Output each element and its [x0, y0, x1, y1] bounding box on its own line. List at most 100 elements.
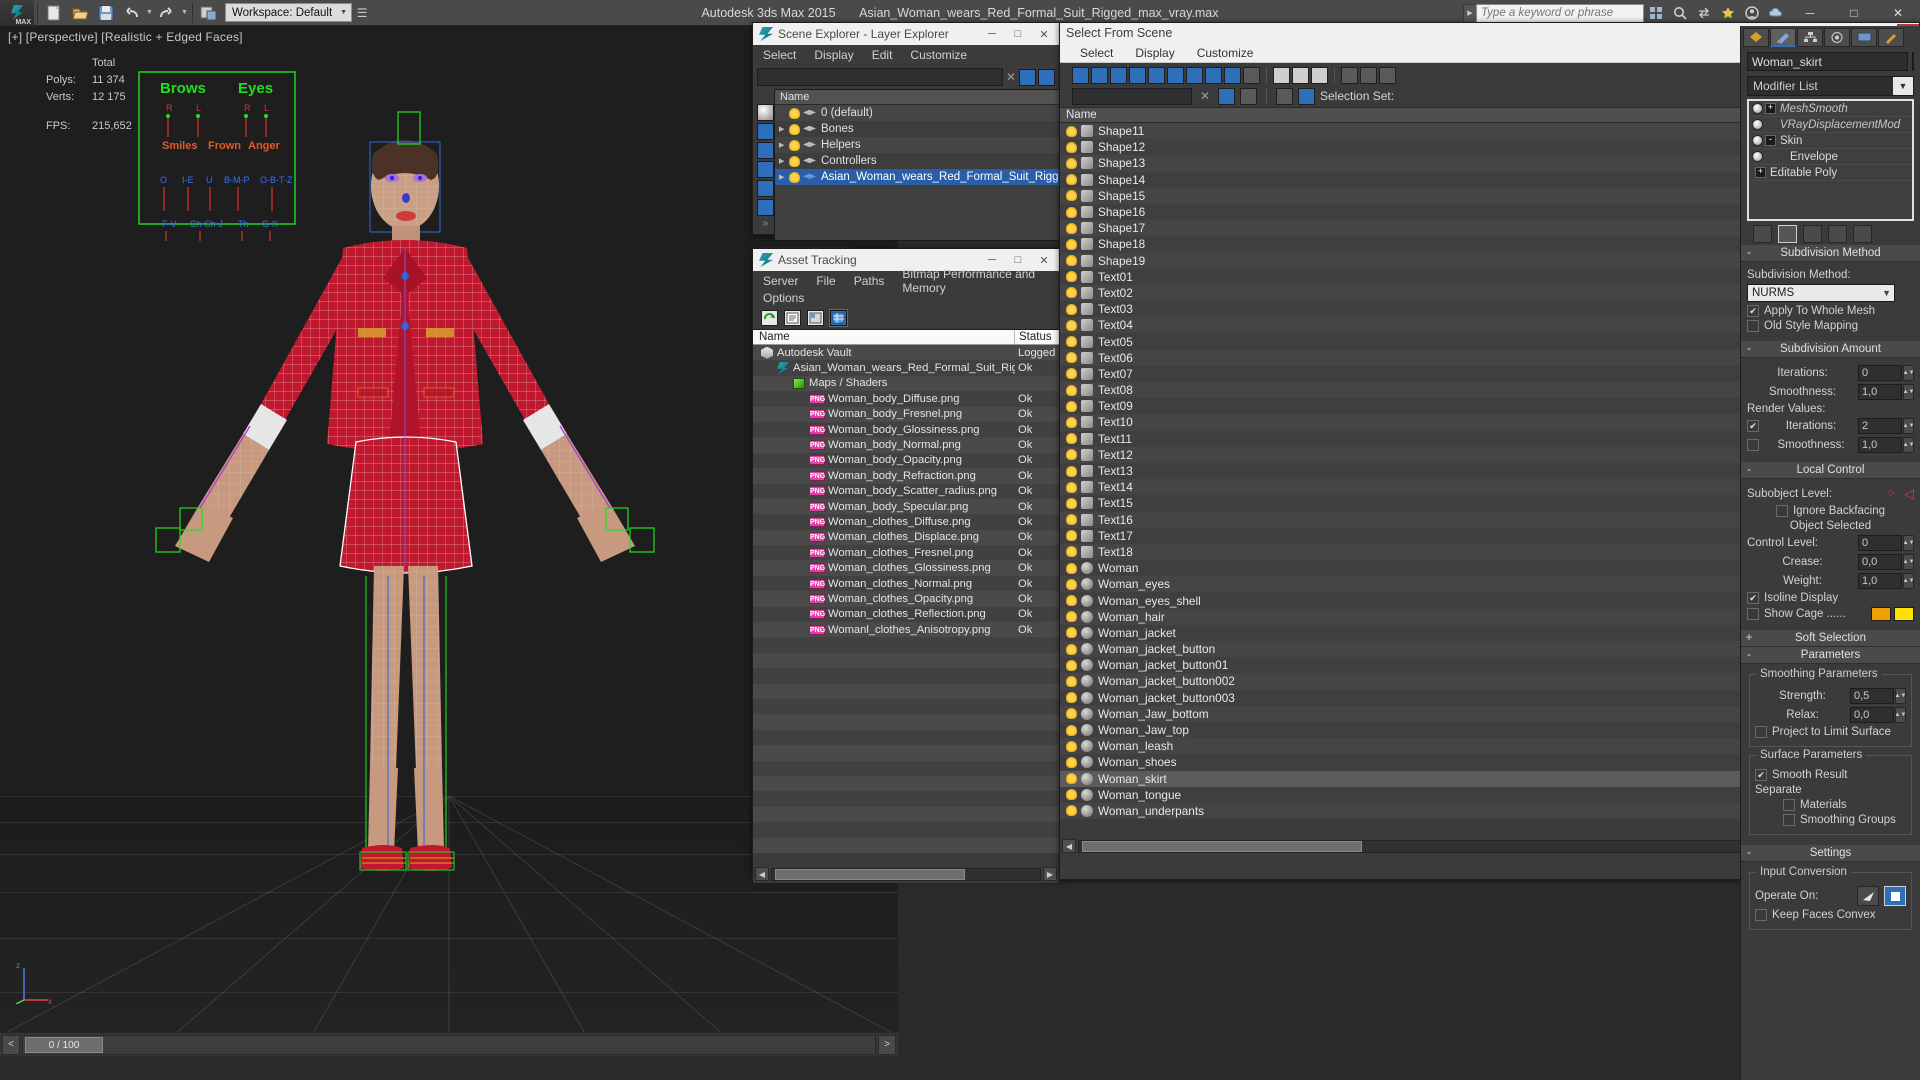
- light-bulb-icon[interactable]: [1066, 449, 1077, 461]
- new-file-icon[interactable]: [42, 2, 66, 24]
- display-spacewarps-icon[interactable]: [1186, 66, 1203, 84]
- project-limit-surface-checkbox[interactable]: [1755, 726, 1767, 738]
- rollout-toggle[interactable]: -: [1741, 847, 1757, 859]
- asset-row[interactable]: PNG Woman_body_Diffuse.png Ok: [753, 391, 1059, 407]
- object-name-field[interactable]: [1747, 52, 1908, 71]
- hscroll-thumb[interactable]: [1082, 840, 1362, 852]
- rollout-soft-selection[interactable]: + Soft Selection: [1741, 630, 1920, 647]
- max-logo-icon[interactable]: MAX: [0, 0, 34, 26]
- rollout-header[interactable]: - Subdivision Amount: [1741, 341, 1920, 358]
- light-bulb-icon[interactable]: [1066, 611, 1077, 623]
- autodesk-account-icon[interactable]: [1741, 2, 1763, 24]
- workspace-more-icon[interactable]: ☰: [352, 2, 372, 24]
- smoothness-spinner[interactable]: ▲▼: [1903, 384, 1914, 400]
- exchange-icon[interactable]: [1693, 2, 1715, 24]
- command-panel[interactable]: Modifier List ▼ + MeshSmooth VRayDisplacem…: [1740, 26, 1920, 1080]
- display-helpers-icon[interactable]: [1167, 66, 1184, 84]
- list-view-icon[interactable]: [784, 310, 801, 326]
- scene-explorer-search-row[interactable]: ✕: [757, 67, 1055, 87]
- light-bulb-icon[interactable]: [1066, 238, 1077, 250]
- asset-tracking-panel[interactable]: Asset Tracking ─ □ ✕ Server File Paths B…: [752, 248, 1060, 883]
- clear-search-icon[interactable]: ✕: [1003, 70, 1019, 84]
- modifier-enable-icon[interactable]: [1752, 119, 1763, 130]
- menu-server[interactable]: Server: [763, 274, 798, 288]
- rollout-toggle[interactable]: -: [1741, 649, 1757, 661]
- smoothness-field[interactable]: 1,0: [1858, 384, 1902, 400]
- light-bulb-icon[interactable]: [1066, 708, 1077, 720]
- display-all-icon[interactable]: [1072, 66, 1089, 84]
- grid-view-icon[interactable]: [829, 309, 848, 327]
- display-xrefs-icon[interactable]: [1224, 66, 1241, 84]
- menu-select[interactable]: Select: [763, 48, 796, 62]
- scroll-left-icon[interactable]: ◀: [1062, 839, 1076, 853]
- scene-explorer-search-input[interactable]: [757, 68, 1003, 86]
- light-bulb-icon[interactable]: [1066, 627, 1077, 639]
- scene-explorer-minimize[interactable]: ─: [979, 24, 1005, 44]
- workspace-selector[interactable]: Workspace: Default ▼: [225, 3, 353, 22]
- undo-dropdown-icon[interactable]: ▼: [145, 2, 154, 24]
- remove-modifier-icon[interactable]: [1828, 225, 1847, 243]
- clear-search-icon[interactable]: ✕: [1197, 89, 1213, 103]
- menu-display[interactable]: Display: [1135, 46, 1174, 60]
- layer-row[interactable]: ▶ Asian_Woman_wears_Red_Formal_Suit_Rigge…: [775, 169, 1072, 185]
- separate-materials-checkbox[interactable]: [1783, 799, 1795, 811]
- asset-row[interactable]: Asian_Woman_wears_Red_Formal_Suit_Rigged…: [753, 360, 1059, 376]
- light-bulb-icon[interactable]: [1066, 287, 1077, 299]
- tab-hierarchy[interactable]: [1797, 28, 1823, 47]
- viewport-label[interactable]: [+] [Perspective] [Realistic + Edged Fac…: [8, 30, 243, 44]
- light-bulb-icon[interactable]: [789, 171, 800, 183]
- render-smoothness-field[interactable]: 1,0: [1858, 437, 1902, 453]
- old-style-mapping-checkbox[interactable]: [1747, 320, 1759, 332]
- light-bulb-icon[interactable]: [1066, 255, 1077, 267]
- apply-whole-mesh-checkbox[interactable]: [1747, 305, 1759, 317]
- display-bones-icon[interactable]: [757, 161, 774, 178]
- scroll-left-icon[interactable]: ◀: [755, 867, 769, 881]
- save-file-icon[interactable]: [94, 2, 118, 24]
- cage-color-1-swatch[interactable]: [1871, 607, 1891, 621]
- help-search-icon[interactable]: [1669, 2, 1691, 24]
- configure-modifier-sets-icon[interactable]: [1853, 225, 1872, 243]
- rollout-toggle[interactable]: -: [1741, 343, 1757, 355]
- redo-dropdown-icon[interactable]: ▼: [180, 2, 189, 24]
- asset-tracking-toolbar[interactable]: [753, 307, 1059, 329]
- render-iterations-checkbox[interactable]: [1747, 420, 1759, 432]
- sort-icon[interactable]: [1379, 66, 1396, 84]
- tab-motion[interactable]: [1824, 28, 1850, 47]
- asset-row[interactable]: PNG Woman_body_Refraction.png Ok: [753, 468, 1059, 484]
- modifier-enable-icon[interactable]: [1752, 103, 1763, 114]
- grid-icon[interactable]: [1645, 2, 1667, 24]
- light-bulb-icon[interactable]: [1066, 433, 1077, 445]
- light-bulb-icon[interactable]: [1066, 465, 1077, 477]
- display-layers-icon[interactable]: [757, 199, 774, 216]
- vertex-subobject-icon[interactable]: ⁘: [1885, 486, 1896, 502]
- rollout-parameters[interactable]: - Parameters Smoothing Parameters Streng…: [1741, 647, 1920, 845]
- light-bulb-icon[interactable]: [1066, 773, 1077, 785]
- rollout-toggle[interactable]: +: [1741, 632, 1757, 644]
- select-children-icon[interactable]: [1298, 87, 1315, 105]
- menu-bitmap-performance[interactable]: Bitmap Performance and Memory: [902, 267, 1059, 295]
- cloud-services-icon[interactable]: [1765, 2, 1787, 24]
- light-bulb-icon[interactable]: [1066, 530, 1077, 542]
- expand-arrow-icon[interactable]: ▶: [779, 157, 789, 165]
- modifier-stack-buttons[interactable]: [1741, 223, 1920, 245]
- timeline-prev-button[interactable]: <: [2, 1034, 20, 1055]
- asset-row[interactable]: PNG Woman_body_Glossiness.png Ok: [753, 421, 1059, 438]
- display-cameras-icon[interactable]: [757, 180, 774, 197]
- open-file-icon[interactable]: [68, 2, 92, 24]
- light-bulb-icon[interactable]: [1066, 400, 1077, 412]
- light-bulb-icon[interactable]: [1066, 174, 1077, 186]
- operate-on-polygons-icon[interactable]: [1884, 886, 1906, 906]
- collapse-all-icon[interactable]: [1292, 66, 1309, 84]
- light-bulb-icon[interactable]: [789, 107, 800, 119]
- menu-edit[interactable]: Edit: [872, 48, 893, 62]
- find-icon[interactable]: [1218, 87, 1235, 105]
- more-tools-icon[interactable]: »: [757, 218, 774, 229]
- rollout-subdivision-method[interactable]: - Subdivision Method Subdivision Method:…: [1741, 245, 1920, 341]
- modifier-list-dropdown[interactable]: Modifier List ▼: [1747, 76, 1914, 96]
- render-smoothness-checkbox[interactable]: [1747, 439, 1759, 451]
- weight-spinner[interactable]: ▲▼: [1903, 573, 1914, 589]
- crease-field[interactable]: 0,0: [1858, 554, 1902, 570]
- light-bulb-icon[interactable]: [1066, 692, 1077, 704]
- render-iterations-field[interactable]: 2: [1858, 418, 1902, 434]
- hscroll-track[interactable]: [771, 867, 1041, 881]
